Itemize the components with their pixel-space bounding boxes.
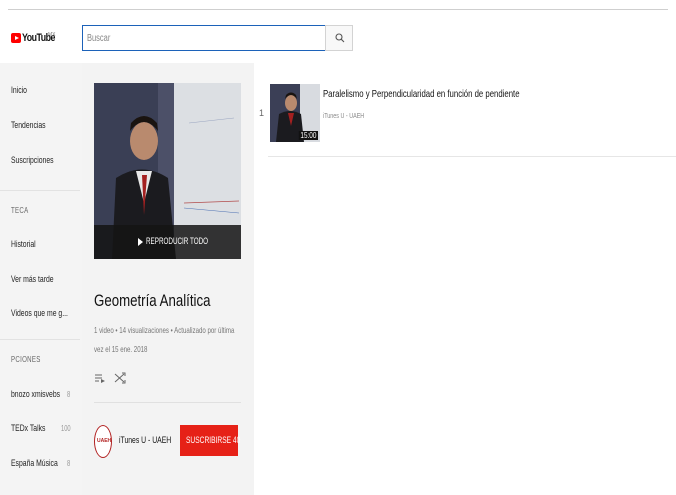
search-input[interactable]: Buscar	[82, 25, 326, 51]
sidebar-heading-library: TECA	[11, 205, 29, 215]
sidebar-item-historial[interactable]: Historial	[11, 239, 36, 250]
sidebar-item-inicio[interactable]: Inicio	[11, 85, 27, 96]
shuffle-icon[interactable]	[114, 372, 126, 384]
playlist-updated-line: vez el 15 ene. 2018	[94, 344, 148, 354]
subscription-count: 8	[67, 390, 71, 399]
sidebar-item-subscription[interactable]: España Música	[11, 458, 58, 469]
sidebar-divider	[0, 339, 80, 340]
search-button[interactable]	[325, 25, 353, 51]
owner-name[interactable]: iTunes U - UAEH	[119, 435, 171, 446]
sidebar-item-liked-videos[interactable]: Videos que me g...	[11, 308, 68, 319]
sidebar-divider	[0, 190, 80, 191]
sidebar-item-subscription[interactable]: bnozo xmisvebs	[11, 389, 60, 400]
subscription-count: 8	[67, 459, 71, 468]
guide-sidebar: Inicio Tendencias Suscripciones TECA His…	[0, 63, 82, 495]
sidebar-item-subscription[interactable]: TEDx Talks	[11, 423, 45, 434]
sidebar-heading-subscriptions: PCIONES	[11, 354, 41, 364]
add-to-queue-icon[interactable]	[94, 372, 106, 384]
playlist-stats: 1 video • 14 visualizaciones • Actualiza…	[94, 321, 238, 359]
playlist-title: Geometría Analítica	[94, 291, 211, 310]
sidebar-item-suscripciones[interactable]: Suscripciones	[11, 155, 54, 166]
video-title[interactable]: Paralelismo y Perpendicularidad en funci…	[323, 88, 520, 100]
video-divider	[268, 156, 676, 157]
sidebar-item-tendencias[interactable]: Tendencias	[11, 120, 46, 131]
play-all-button[interactable]: REPRODUCIR TODO	[94, 225, 241, 259]
owner-avatar-text: UAEH	[97, 438, 112, 444]
logo-country: MX	[48, 32, 56, 38]
subscribe-button[interactable]: SUSCRIBIRSE 40	[180, 425, 241, 456]
video-thumbnail[interactable]: 15:00	[270, 84, 320, 142]
youtube-logo-icon	[11, 33, 21, 43]
youtube-logo[interactable]: YouTube MX	[11, 32, 63, 44]
search-placeholder: Buscar	[87, 33, 111, 44]
video-duration: 15:00	[298, 131, 318, 140]
play-icon	[138, 238, 143, 246]
playlist-stats-line: 1 video • 14 visualizaciones • Actualiza…	[94, 325, 235, 335]
sidebar-item-ver-mas-tarde[interactable]: Ver más tarde	[11, 274, 54, 285]
playlist-sidebar: REPRODUCIR TODO Geometría Analítica 1 vi…	[82, 63, 254, 495]
top-divider	[8, 9, 668, 10]
play-all-label: REPRODUCIR TODO	[146, 236, 209, 246]
playlist-divider	[94, 402, 241, 403]
playlist-thumbnail[interactable]: REPRODUCIR TODO	[94, 83, 241, 259]
video-index: 1	[259, 108, 265, 118]
subscribe-label: SUSCRIBIRSE 40	[186, 435, 241, 446]
subscription-count: 100	[61, 424, 71, 433]
masthead: YouTube MX Buscar	[0, 20, 676, 60]
search-icon	[335, 33, 345, 43]
video-channel[interactable]: iTunes U - UAEH	[323, 111, 364, 120]
owner-avatar[interactable]: UAEH	[94, 425, 112, 458]
